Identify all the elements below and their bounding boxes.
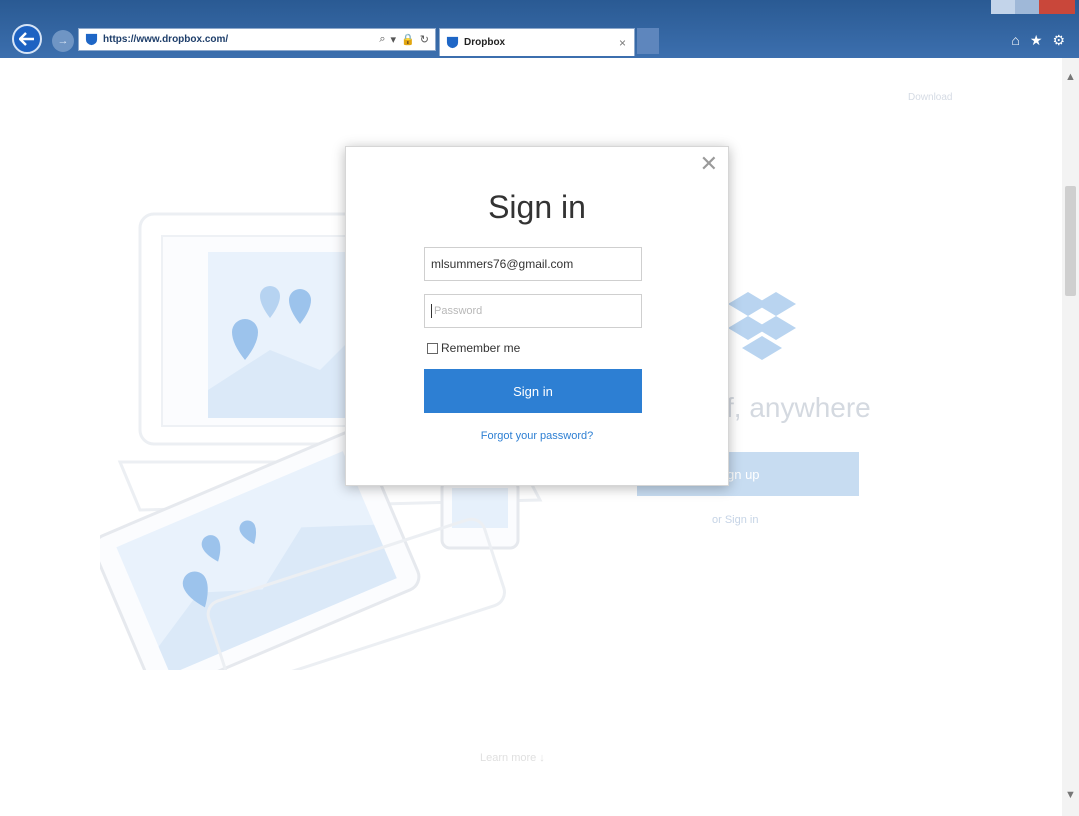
download-link[interactable]: Download [908, 92, 952, 103]
background-signin-link[interactable]: or Sign in [712, 514, 758, 526]
maximize-button[interactable] [1015, 0, 1039, 14]
new-tab-button[interactable] [637, 28, 659, 54]
modal-title: Sign in [488, 189, 586, 225]
signin-button-label: Sign in [513, 383, 553, 399]
scroll-up-icon[interactable]: ▲ [1064, 70, 1077, 84]
address-text[interactable]: https://www.dropbox.com/ [103, 34, 379, 45]
refresh-icon[interactable]: ↻ [420, 33, 429, 46]
scroll-thumb[interactable] [1065, 186, 1076, 296]
scroll-down-icon[interactable]: ▼ [1064, 788, 1077, 802]
favorites-star-icon[interactable]: ★ [1030, 32, 1043, 49]
password-field[interactable]: Password [424, 294, 642, 328]
remember-label: Remember me [441, 341, 521, 355]
minimize-button[interactable] [991, 0, 1015, 14]
remember-checkbox[interactable] [427, 342, 438, 354]
toolbar-icons: ⌂ ★ ⚙ [1011, 32, 1065, 49]
tab-close-icon[interactable]: × [619, 36, 626, 50]
signin-button[interactable]: Sign in [424, 369, 642, 413]
dropbox-favicon-icon [85, 33, 98, 46]
email-field[interactable]: mlsummers76@gmail.com [424, 247, 642, 281]
text-caret [431, 304, 432, 318]
signin-modal: ✕ Sign in mlsummers76@gmail.com Password… [345, 146, 729, 486]
close-window-button[interactable] [1039, 0, 1075, 14]
forgot-password-link[interactable]: Forgot your password? [346, 430, 728, 442]
forward-arrow-icon: → [57, 35, 69, 47]
forward-button[interactable]: → [52, 30, 74, 52]
window-controls [991, 0, 1075, 14]
address-tools: ⌕ ▾ 🔒 ↻ [379, 33, 435, 46]
hero-tagline: f, anywhere [726, 392, 871, 423]
remember-me[interactable]: Remember me [427, 341, 520, 355]
email-value: mlsummers76@gmail.com [431, 257, 574, 271]
vertical-scrollbar[interactable]: ▲ ▼ [1062, 58, 1079, 816]
address-bar[interactable]: https://www.dropbox.com/ ⌕ ▾ 🔒 ↻ [78, 28, 436, 51]
back-arrow-icon [19, 32, 34, 46]
close-icon[interactable]: ✕ [700, 153, 718, 175]
password-placeholder: Password [434, 305, 483, 317]
search-icon[interactable]: ⌕ [379, 33, 385, 46]
browser-chrome: → https://www.dropbox.com/ ⌕ ▾ 🔒 ↻ Dropb… [0, 0, 1079, 58]
dropbox-tab-icon [446, 36, 459, 49]
tab-dropbox[interactable]: Dropbox × [439, 28, 635, 56]
tab-title: Dropbox [464, 37, 506, 48]
dropdown-icon[interactable]: ▾ [391, 33, 397, 46]
dropbox-logo-icon [728, 292, 796, 360]
home-icon[interactable]: ⌂ [1011, 32, 1019, 49]
settings-gear-icon[interactable]: ⚙ [1052, 32, 1065, 49]
signup-label: gn up [727, 466, 760, 482]
lock-icon[interactable]: 🔒 [401, 33, 415, 46]
learn-more-link[interactable]: Learn more ↓ [480, 752, 545, 764]
back-button[interactable] [12, 24, 42, 54]
